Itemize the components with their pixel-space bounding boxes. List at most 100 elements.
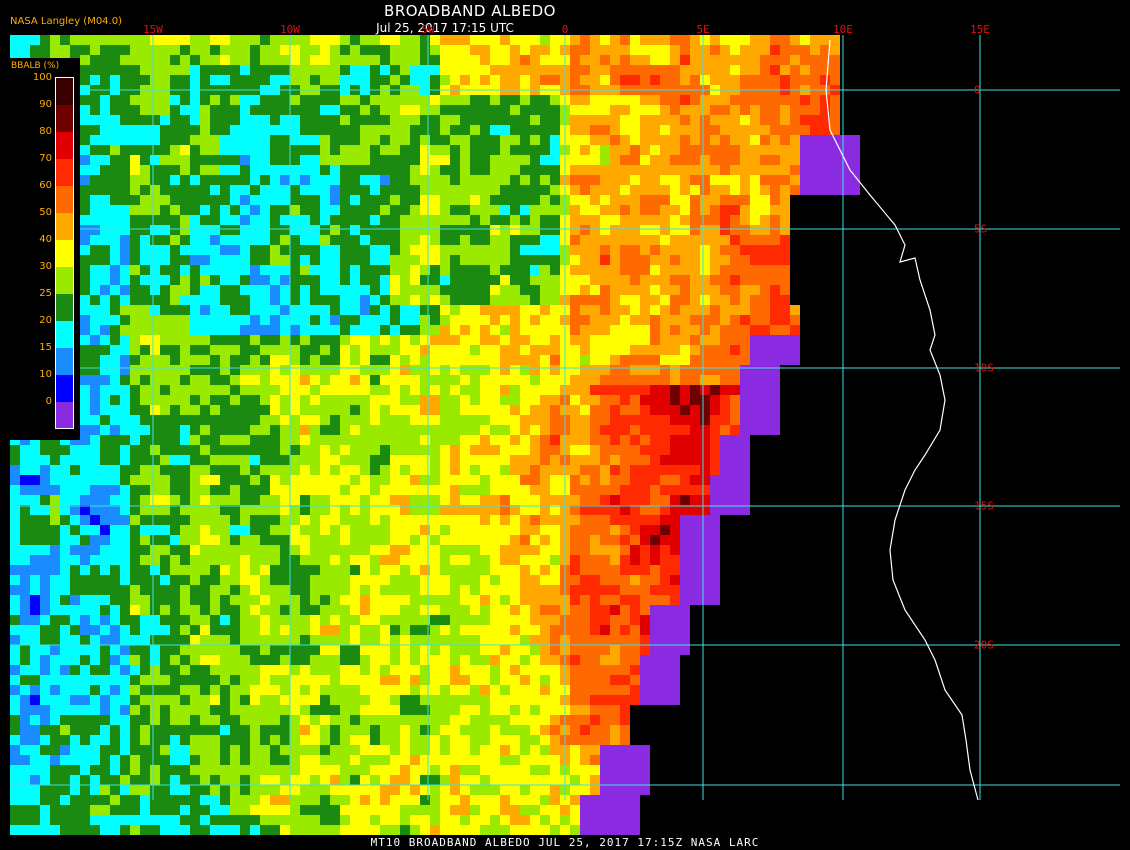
albedo-cell (610, 95, 620, 105)
albedo-cell (120, 145, 130, 155)
albedo-cell (90, 465, 100, 475)
albedo-cell (320, 465, 330, 475)
albedo-cell (230, 425, 240, 435)
albedo-cell (440, 135, 450, 145)
albedo-cell (450, 205, 460, 215)
albedo-cell (360, 125, 370, 135)
albedo-cell (10, 565, 20, 575)
albedo-cell (390, 455, 400, 465)
albedo-cell (110, 55, 120, 65)
albedo-cell (390, 255, 400, 265)
albedo-cell (410, 625, 420, 635)
albedo-cell (660, 195, 670, 205)
albedo-cell (740, 355, 750, 365)
albedo-cell (490, 275, 500, 285)
albedo-cell (620, 355, 630, 365)
albedo-cell (230, 385, 240, 395)
albedo-cell (330, 235, 340, 245)
albedo-cell (820, 175, 830, 185)
albedo-cell (540, 395, 550, 405)
albedo-cell (720, 475, 730, 485)
albedo-cell (520, 455, 530, 465)
albedo-cell (650, 235, 660, 245)
albedo-cell (410, 495, 420, 505)
albedo-cell (660, 305, 670, 315)
albedo-cell (280, 305, 290, 315)
albedo-cell (660, 355, 670, 365)
albedo-cell (130, 95, 140, 105)
albedo-cell (530, 605, 540, 615)
albedo-cell (570, 305, 580, 315)
albedo-cell (510, 115, 520, 125)
albedo-cell (80, 45, 90, 55)
albedo-cell (250, 115, 260, 125)
albedo-cell (130, 335, 140, 345)
albedo-cell (240, 425, 250, 435)
albedo-cell (380, 325, 390, 335)
albedo-cell (480, 385, 490, 395)
albedo-cell (410, 405, 420, 415)
albedo-cell (240, 35, 250, 45)
albedo-cell (60, 515, 70, 525)
albedo-cell (350, 145, 360, 155)
albedo-cell (200, 155, 210, 165)
albedo-cell (220, 225, 230, 235)
albedo-cell (710, 335, 720, 345)
albedo-cell (280, 335, 290, 345)
albedo-cell (480, 435, 490, 445)
albedo-cell (580, 675, 590, 685)
albedo-cell (140, 285, 150, 295)
albedo-cell (200, 585, 210, 595)
albedo-cell (190, 675, 200, 685)
albedo-cell (110, 615, 120, 625)
albedo-cell (730, 405, 740, 415)
albedo-cell (190, 645, 200, 655)
albedo-cell (250, 435, 260, 445)
albedo-cell (220, 575, 230, 585)
albedo-cell (660, 75, 670, 85)
albedo-cell (100, 295, 110, 305)
albedo-cell (80, 585, 90, 595)
albedo-cell (460, 305, 470, 315)
albedo-cell (260, 495, 270, 505)
albedo-cell (170, 495, 180, 505)
albedo-cell (390, 365, 400, 375)
albedo-cell (450, 65, 460, 75)
albedo-cell (360, 175, 370, 185)
albedo-cell (700, 205, 710, 215)
albedo-cell (10, 465, 20, 475)
albedo-cell (700, 585, 710, 595)
albedo-cell (460, 205, 470, 215)
albedo-cell (380, 195, 390, 205)
albedo-cell (70, 535, 80, 545)
albedo-cell (590, 485, 600, 495)
albedo-cell (490, 495, 500, 505)
albedo-cell (170, 485, 180, 495)
albedo-cell (190, 215, 200, 225)
albedo-cell (520, 235, 530, 245)
albedo-cell (580, 245, 590, 255)
albedo-cell (160, 155, 170, 165)
albedo-cell (640, 45, 650, 55)
albedo-cell (400, 645, 410, 655)
albedo-cell (210, 215, 220, 225)
albedo-cell (190, 165, 200, 175)
albedo-cell (150, 185, 160, 195)
albedo-cell (230, 525, 240, 535)
albedo-cell (470, 575, 480, 585)
albedo-cell (190, 285, 200, 295)
albedo-cell (540, 265, 550, 275)
albedo-cell (640, 125, 650, 135)
albedo-cell (520, 405, 530, 415)
albedo-cell (350, 155, 360, 165)
albedo-cell (290, 355, 300, 365)
albedo-cell (350, 445, 360, 455)
albedo-cell (750, 165, 760, 175)
albedo-cell (270, 115, 280, 125)
albedo-cell (630, 515, 640, 525)
albedo-cell (550, 545, 560, 555)
albedo-cell (670, 245, 680, 255)
albedo-cell (510, 525, 520, 535)
albedo-cell (390, 175, 400, 185)
albedo-cell (570, 425, 580, 435)
